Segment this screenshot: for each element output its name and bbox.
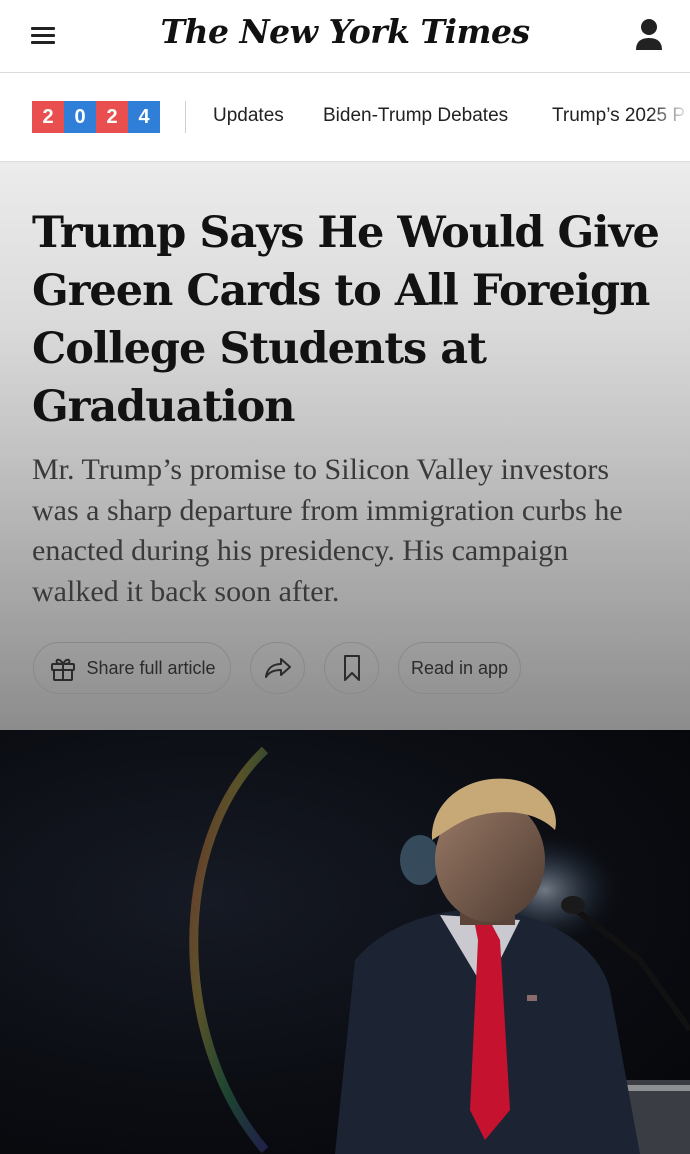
nyt-logo[interactable]: The New York Times <box>0 12 690 51</box>
election-2024-badge[interactable]: 2 0 2 4 <box>32 101 160 133</box>
article-header: Trump Says He Would Give Green Cards to … <box>0 162 690 730</box>
nav-divider <box>185 101 186 133</box>
read-in-app-label: Read in app <box>410 657 509 678</box>
article-lead-photo <box>0 730 690 1154</box>
article-headline: Trump Says He Would Give Green Cards to … <box>32 208 660 432</box>
gift-icon <box>48 653 78 683</box>
share-arrow-icon[interactable] <box>250 642 305 694</box>
bookmark-icon[interactable] <box>324 642 379 694</box>
year-digit: 0 <box>64 101 96 133</box>
person-icon[interactable] <box>632 16 666 54</box>
top-bar: The New York Times <box>0 0 690 73</box>
section-nav: 2 0 2 4 Updates Biden-Trump Debates Trum… <box>0 73 690 162</box>
year-digit: 4 <box>128 101 160 133</box>
year-digit: 2 <box>32 101 64 133</box>
nav-link-updates[interactable]: Updates <box>213 105 284 127</box>
article-summary: Mr. Trump’s promise to Silicon Valley in… <box>32 453 623 608</box>
year-digit: 2 <box>96 101 128 133</box>
photo-illustration <box>189 746 690 1154</box>
nav-fade <box>650 73 690 161</box>
read-in-app-button[interactable]: Read in app <box>398 642 521 694</box>
nav-link-debates[interactable]: Biden-Trump Debates <box>323 105 508 127</box>
share-full-article-label: Share full article <box>86 657 216 678</box>
share-full-article-button[interactable]: Share full article <box>33 642 231 694</box>
